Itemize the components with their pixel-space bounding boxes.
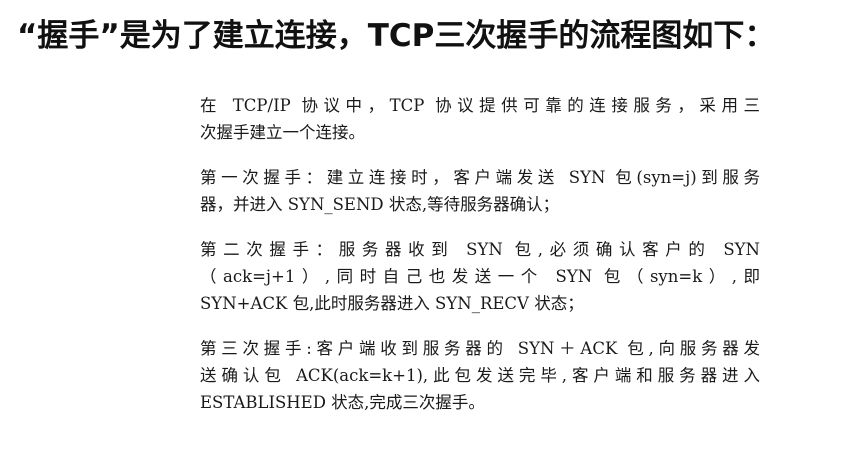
text-line: 在 TCP/IP 协议中，TCP 协议提供可靠的连接服务，采用三 (200, 96, 760, 115)
text-line: 第三次握手:客户端收到服务器的 SYN＋ACK 包,向服务器发 (200, 339, 760, 358)
text-line: 次握手建立一个连接。 (200, 123, 365, 142)
text-line: 第一次握手：建立连接时，客户端发送 SYN 包(syn=j)到服务 (200, 168, 760, 187)
document-body: 在 TCP/IP 协议中，TCP 协议提供可靠的连接服务，采用三 次握手建立一个… (200, 92, 760, 434)
paragraph-first-handshake: 第一次握手：建立连接时，客户端发送 SYN 包(syn=j)到服务 器，并进入 … (200, 164, 760, 218)
text-line: 送确认包 ACK(ack=k+1),此包发送完毕,客户端和服务器进入 (200, 366, 760, 385)
paragraph-third-handshake: 第三次握手:客户端收到服务器的 SYN＋ACK 包,向服务器发 送确认包 ACK… (200, 335, 760, 416)
text-line: 器，并进入 SYN_SEND 状态,等待服务器确认； (200, 195, 560, 214)
paragraph-second-handshake: 第二次握手：服务器收到 SYN 包,必须确认客户的 SYN （ack=j+1）,… (200, 236, 760, 317)
paragraph-intro: 在 TCP/IP 协议中，TCP 协议提供可靠的连接服务，采用三 次握手建立一个… (200, 92, 760, 146)
text-line: （ack=j+1）,同时自己也发送一个 SYN 包（syn=k）,即 (200, 267, 760, 286)
text-line: ESTABLISHED 状态,完成三次握手。 (200, 393, 485, 412)
text-line: 第二次握手：服务器收到 SYN 包,必须确认客户的 SYN (200, 240, 760, 259)
slide-title: “握手”是为了建立连接，TCP三次握手的流程图如下： (17, 18, 776, 54)
text-line: SYN+ACK 包,此时服务器进入 SYN_RECV 状态； (200, 294, 584, 313)
